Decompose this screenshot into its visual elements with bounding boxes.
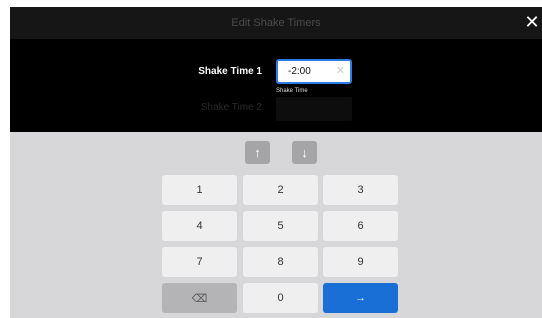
key-6[interactable]: 6	[323, 211, 398, 241]
shake-time-1-input[interactable]: -2:00 ✕	[276, 59, 352, 84]
shake-time-2-label: Shake Time 2	[200, 102, 262, 113]
dialog-title: Edit Shake Timers	[10, 7, 542, 39]
clear-icon[interactable]: ✕	[336, 61, 345, 81]
shake-time-1-caption: Shake Time	[276, 88, 308, 94]
key-4[interactable]: 4	[162, 211, 237, 241]
key-5[interactable]: 5	[243, 211, 318, 241]
shake-time-1-value: -2:00	[288, 66, 311, 77]
arrow-right-icon: →	[355, 292, 366, 304]
backspace-button[interactable]: ⌫	[162, 283, 237, 313]
close-icon[interactable]: ✕	[522, 11, 542, 33]
arrow-down-button[interactable]: ↓	[292, 141, 317, 164]
shake-time-2-input[interactable]	[276, 97, 352, 121]
key-8[interactable]: 8	[243, 247, 318, 277]
arrow-down-icon: ↓	[301, 145, 308, 160]
arrow-up-button[interactable]: ↑	[245, 141, 270, 164]
backspace-icon: ⌫	[191, 292, 208, 305]
key-9[interactable]: 9	[323, 247, 398, 277]
key-2[interactable]: 2	[243, 175, 318, 205]
enter-button[interactable]: →	[323, 283, 398, 313]
key-3[interactable]: 3	[323, 175, 398, 205]
arrow-up-icon: ↑	[254, 145, 261, 160]
key-7[interactable]: 7	[162, 247, 237, 277]
key-1[interactable]: 1	[162, 175, 237, 205]
key-0[interactable]: 0	[243, 283, 318, 313]
shake-time-1-label: Shake Time 1	[198, 66, 262, 77]
